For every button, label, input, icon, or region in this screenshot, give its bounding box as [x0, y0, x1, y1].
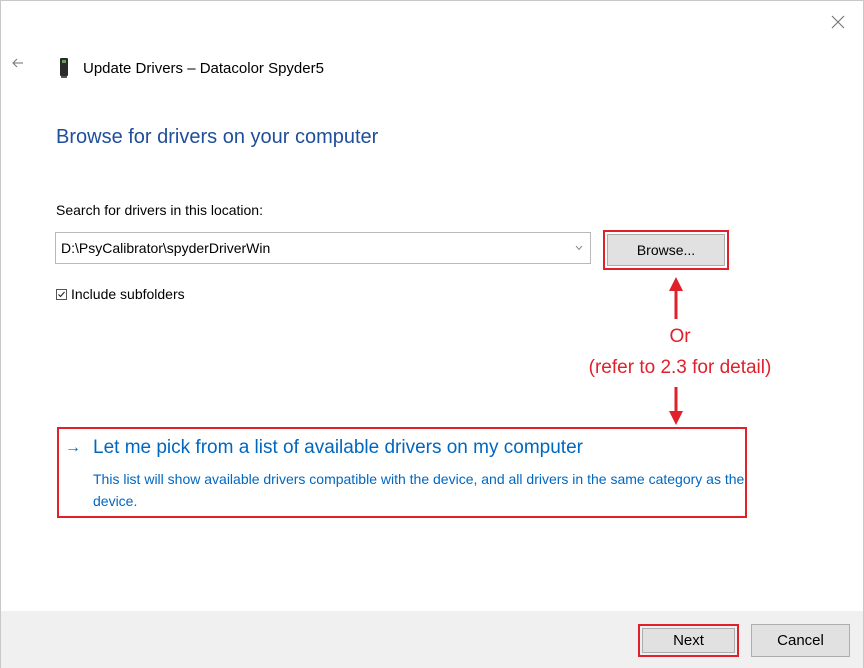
annotation-arrow-down-icon — [666, 385, 686, 425]
include-subfolders-checkbox[interactable] — [56, 288, 67, 300]
include-subfolders-label: Include subfolders — [71, 286, 185, 302]
include-subfolders-row: Include subfolders — [56, 286, 185, 302]
device-icon — [55, 57, 73, 79]
pick-from-list-link[interactable]: → Let me pick from a list of available d… — [65, 437, 583, 459]
driver-path-combobox[interactable]: D:\PsyCalibrator\spyderDriverWin — [55, 232, 591, 264]
page-title: Browse for drivers on your computer — [56, 126, 379, 148]
browse-button[interactable]: Browse... — [607, 234, 725, 266]
annotation-or-text: Or — [669, 326, 691, 347]
chevron-down-icon[interactable] — [568, 233, 590, 263]
pick-from-list-title: Let me pick from a list of available dri… — [93, 437, 583, 458]
update-drivers-window: Update Drivers – Datacolor Spyder5 Brows… — [0, 0, 864, 668]
window-title-row: Update Drivers – Datacolor Spyder5 — [55, 57, 324, 79]
search-location-label: Search for drivers in this location: — [56, 202, 263, 218]
back-arrow-icon[interactable] — [11, 55, 31, 75]
annotation-arrow-up-icon — [666, 277, 686, 321]
right-arrow-icon: → — [65, 439, 81, 456]
annotation-refer-text: (refer to 2.3 for detail) — [588, 357, 772, 378]
window-title: Update Drivers – Datacolor Spyder5 — [83, 59, 324, 77]
driver-path-value: D:\PsyCalibrator\spyderDriverWin — [61, 240, 271, 256]
next-button[interactable]: Next — [642, 628, 735, 653]
cancel-button[interactable]: Cancel — [751, 624, 850, 657]
pick-from-list-description: This list will show available drivers co… — [93, 471, 745, 509]
close-icon[interactable] — [827, 11, 849, 33]
